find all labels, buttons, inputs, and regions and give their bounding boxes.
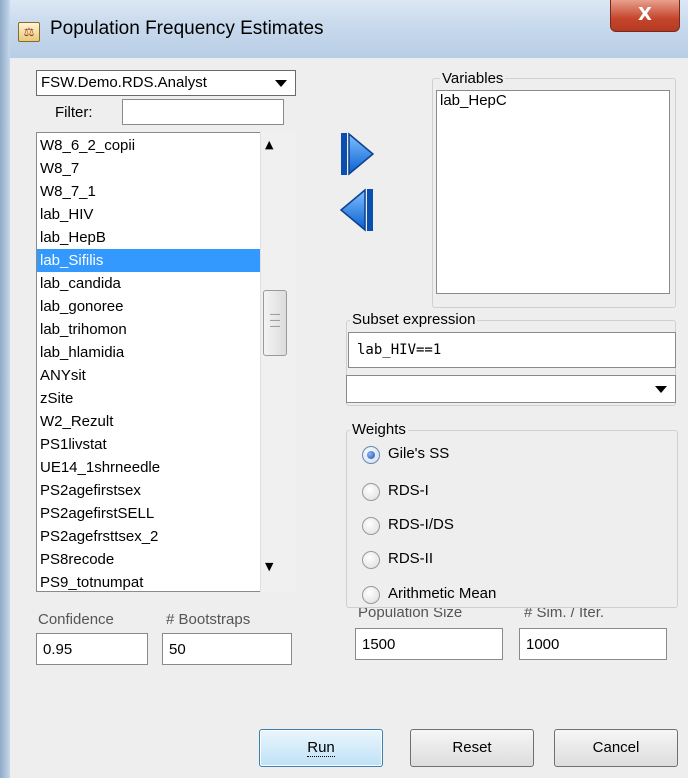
- run-button[interactable]: Run: [259, 729, 383, 767]
- filter-input[interactable]: [122, 99, 284, 125]
- list-item[interactable]: lab_gonoree: [37, 295, 261, 318]
- list-item[interactable]: lab_hlamidia: [37, 341, 261, 364]
- scroll-down-icon[interactable]: ▼: [265, 560, 273, 573]
- population-size-input[interactable]: 1500: [355, 628, 503, 660]
- dataset-select[interactable]: FSW.Demo.RDS.Analyst: [36, 70, 296, 96]
- run-button-label: Run: [307, 739, 335, 757]
- list-item[interactable]: lab_candida: [37, 272, 261, 295]
- selected-variable-item[interactable]: lab_HepC: [440, 92, 507, 109]
- add-bar: [341, 133, 347, 175]
- list-item[interactable]: lab_HIV: [37, 203, 261, 226]
- list-item[interactable]: W2_Rezult: [37, 410, 261, 433]
- scroll-up-icon[interactable]: ▲: [265, 138, 273, 151]
- filter-label: Filter:: [55, 104, 93, 121]
- grip-icon: ― ― ―: [270, 309, 280, 332]
- weight-option-label: Arithmetic Mean: [388, 585, 497, 602]
- list-item[interactable]: PS2agefrsttsex_2: [37, 525, 261, 548]
- radio-button[interactable]: [362, 517, 380, 535]
- list-item[interactable]: PS9_totnumpat: [37, 571, 261, 591]
- cancel-button[interactable]: Cancel: [554, 729, 678, 767]
- bootstraps-label: # Bootstraps: [166, 611, 251, 628]
- window-title: Population Frequency Estimates: [50, 18, 324, 39]
- list-item[interactable]: ANYsit: [37, 364, 261, 387]
- arrow-left-icon: [340, 188, 366, 232]
- weight-option-label: RDS-I/DS: [388, 516, 454, 533]
- list-item[interactable]: lab_HepB: [37, 226, 261, 249]
- list-item[interactable]: W8_7: [37, 157, 261, 180]
- population-size-label: Population Size: [358, 608, 463, 621]
- selected-variables-list[interactable]: [436, 90, 670, 294]
- weight-option-label: RDS-II: [388, 550, 433, 567]
- confidence-input[interactable]: 0.95: [36, 633, 148, 665]
- remove-variable-button[interactable]: [340, 188, 374, 232]
- variable-list[interactable]: W8_6_2_copii W8_7 W8_7_1 lab_HIV lab_HepB lab…: [36, 132, 296, 592]
- reset-button[interactable]: Reset: [410, 729, 534, 767]
- sim-iter-label: # Sim. / Iter.: [524, 608, 605, 621]
- subset-select[interactable]: [346, 375, 676, 403]
- list-item[interactable]: lab_Sifilis: [37, 249, 261, 272]
- list-item[interactable]: UE14_1shrneedle: [37, 456, 261, 479]
- remove-bar: [367, 189, 373, 231]
- weights-title: Weights: [350, 421, 408, 438]
- list-item[interactable]: W8_6_2_copii: [37, 134, 261, 157]
- bootstraps-input[interactable]: 50: [162, 633, 292, 665]
- close-button[interactable]: X: [610, 0, 680, 32]
- weight-option-label: RDS-I: [388, 482, 429, 499]
- radio-button[interactable]: [362, 586, 380, 604]
- sim-iter-input[interactable]: 1000: [519, 628, 667, 660]
- list-item[interactable]: PS2agefirstsex: [37, 479, 261, 502]
- window-frame-left: [0, 0, 10, 778]
- variables-title: Variables: [440, 70, 506, 87]
- variable-list-scrollbar[interactable]: [260, 132, 296, 592]
- list-item[interactable]: PS2agefirstSELL: [37, 502, 261, 525]
- chevron-down-icon: [275, 80, 287, 87]
- chevron-down-icon: [655, 386, 667, 393]
- list-item[interactable]: zSite: [37, 387, 261, 410]
- radio-button[interactable]: [362, 483, 380, 501]
- subset-expression-input[interactable]: lab_HIV==1: [348, 332, 676, 368]
- radio-button[interactable]: [362, 551, 380, 569]
- list-item[interactable]: PS8recode: [37, 548, 261, 571]
- dataset-select-value: FSW.Demo.RDS.Analyst: [41, 74, 207, 91]
- radio-button[interactable]: [362, 446, 380, 464]
- java-app-icon: ⚖: [18, 22, 40, 42]
- list-item[interactable]: PS1livstat: [37, 433, 261, 456]
- add-variable-button[interactable]: [340, 132, 374, 176]
- list-item[interactable]: W8_7_1: [37, 180, 261, 203]
- arrow-right-icon: [348, 132, 374, 176]
- confidence-label: Confidence: [38, 611, 114, 628]
- list-item[interactable]: lab_trihomon: [37, 318, 261, 341]
- weight-option-label: Gile's SS: [388, 445, 450, 462]
- subset-title: Subset expression: [350, 311, 478, 328]
